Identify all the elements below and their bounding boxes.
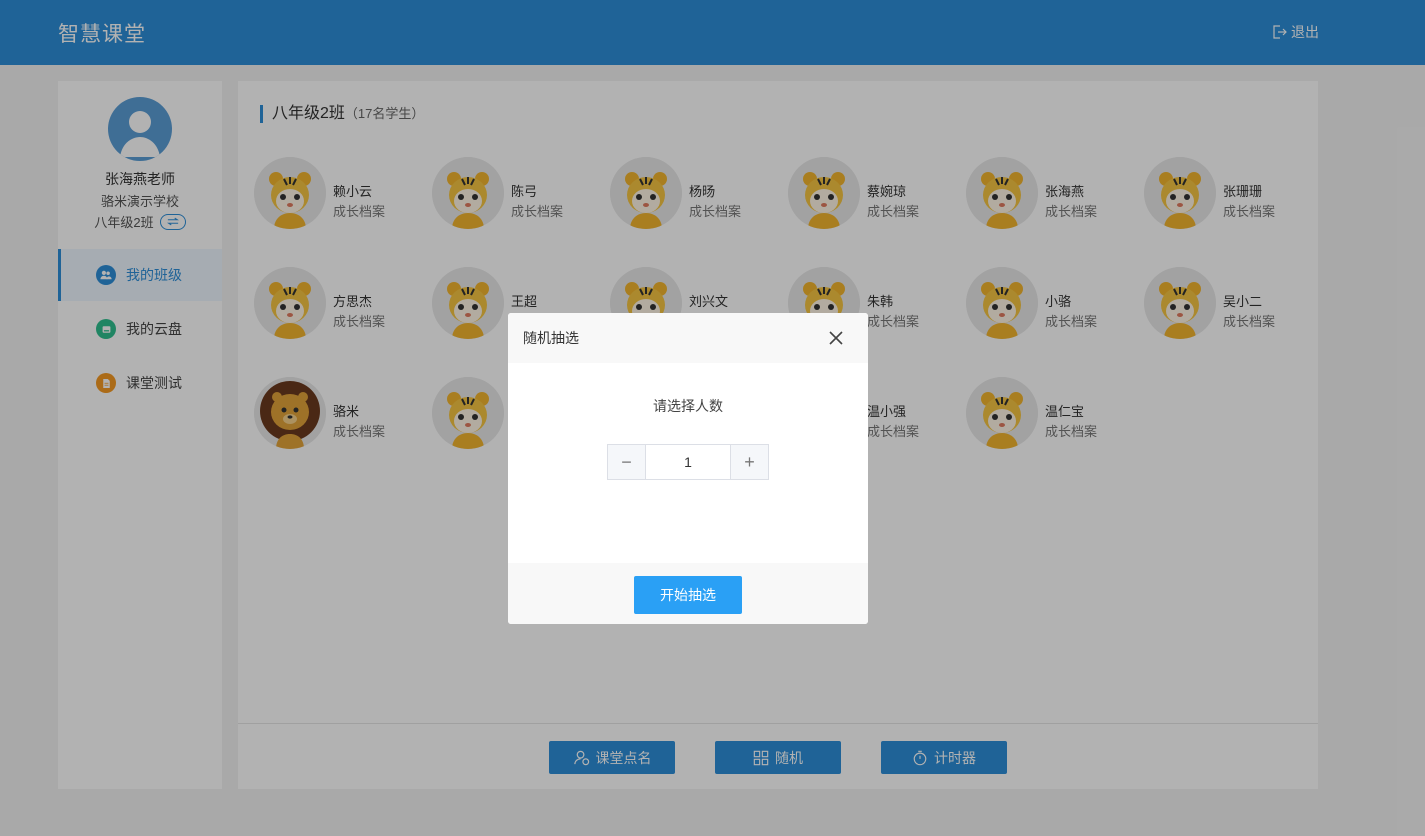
close-icon[interactable] [828, 330, 844, 346]
dialog-prompt: 请选择人数 [653, 398, 723, 414]
dialog-footer: 开始抽选 [508, 563, 868, 624]
count-stepper: − 1 + [607, 444, 769, 480]
dialog-header: 随机抽选 [508, 313, 868, 363]
increment-button[interactable]: + [731, 445, 768, 479]
random-pick-dialog: 随机抽选 请选择人数 − 1 + 开始抽选 [508, 313, 868, 624]
count-input[interactable]: 1 [645, 445, 731, 479]
dialog-title: 随机抽选 [523, 330, 579, 346]
decrement-button[interactable]: − [608, 445, 645, 479]
start-pick-button[interactable]: 开始抽选 [634, 576, 742, 614]
